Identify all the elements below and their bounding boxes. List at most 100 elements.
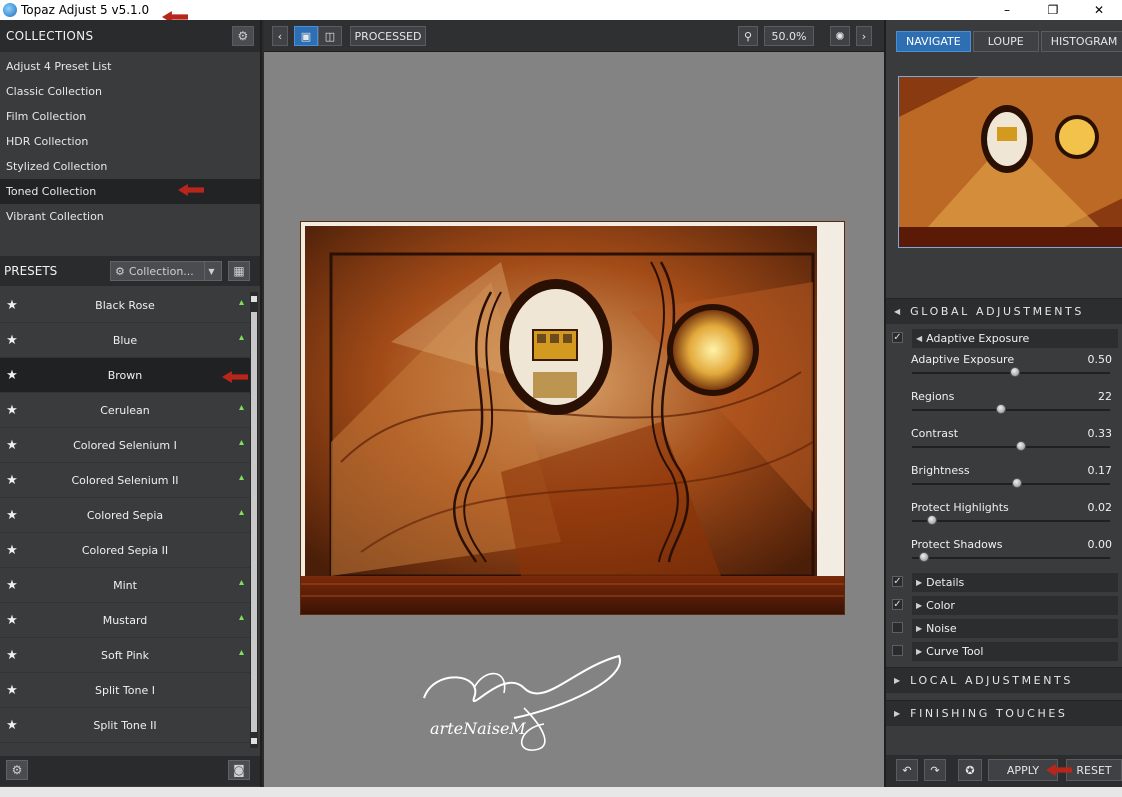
slider-knob[interactable] [926, 515, 937, 525]
preset-label: Colored Sepia [86, 508, 164, 522]
preset-item[interactable]: ★ Split Tone I [0, 673, 250, 708]
zoom-level[interactable]: 50.0% [764, 26, 814, 46]
slider-track[interactable] [912, 520, 1110, 522]
curve-tool-checkbox[interactable] [892, 645, 903, 656]
collection-item[interactable]: Classic Collection [0, 79, 260, 104]
preset-item[interactable]: ★ Mustard [0, 603, 250, 638]
processed-view-toggle[interactable]: PROCESSED [350, 26, 426, 46]
preset-item-selected[interactable]: ★ Brown [0, 358, 250, 393]
star-icon[interactable]: ★ [0, 368, 24, 383]
star-icon[interactable]: ★ [0, 543, 24, 558]
plugin-button[interactable]: ✪ [958, 759, 982, 781]
star-icon[interactable]: ★ [0, 438, 24, 453]
noise-section[interactable]: ▶ Noise [912, 619, 1118, 638]
previous-button[interactable]: ‹ [272, 26, 288, 46]
settings-button[interactable]: ⚙ [6, 760, 28, 780]
slider-knob[interactable] [996, 404, 1007, 414]
adaptive-exposure-section[interactable]: ◀ Adaptive Exposure [912, 329, 1118, 348]
slider-value[interactable]: 0.50 [1088, 353, 1113, 366]
next-button[interactable]: › [856, 26, 872, 46]
curve-tool-section[interactable]: ▶ Curve Tool [912, 642, 1118, 661]
collection-dropdown[interactable]: ⚙ Collection... ▼ [110, 261, 222, 281]
slider-knob[interactable] [1011, 478, 1022, 488]
collection-item[interactable]: Adjust 4 Preset List [0, 54, 260, 79]
preset-item[interactable]: ★ Split Tone II [0, 708, 250, 743]
star-icon[interactable]: ★ [0, 403, 24, 418]
slider-value[interactable]: 0.17 [1088, 464, 1113, 477]
slider-knob[interactable] [918, 552, 929, 562]
slider-track[interactable] [912, 409, 1110, 411]
preset-item[interactable]: ★ Blue [0, 323, 250, 358]
preset-item[interactable]: ★ Colored Sepia II [0, 533, 250, 568]
redo-button[interactable]: ↷ [924, 759, 946, 781]
preview-area: ‹ ▣ ◫ PROCESSED ⚲ 50.0% ✺ › arteNaiseM [264, 20, 884, 787]
color-section[interactable]: ▶ Color [912, 596, 1118, 615]
preset-item[interactable]: ★ Mint [0, 568, 250, 603]
split-view-button[interactable]: ◫ [318, 26, 342, 46]
slider-value[interactable]: 0.00 [1088, 538, 1113, 551]
preset-item[interactable]: ★ Colored Selenium I [0, 428, 250, 463]
preset-item[interactable]: ★ Colored Selenium II [0, 463, 250, 498]
slider-value[interactable]: 22 [1098, 390, 1112, 403]
star-icon[interactable]: ★ [0, 578, 24, 593]
global-adjustments-header[interactable]: ◀ GLOBAL ADJUSTMENTS [886, 298, 1122, 324]
scrollbar-thumb[interactable] [251, 312, 257, 732]
slider-track[interactable] [912, 446, 1110, 448]
details-checkbox[interactable]: ✓ [892, 576, 903, 587]
noise-checkbox[interactable] [892, 622, 903, 633]
star-icon[interactable]: ★ [0, 298, 24, 313]
collection-item[interactable]: Film Collection [0, 104, 260, 129]
window-title: Topaz Adjust 5 v5.1.0 [21, 3, 150, 17]
collections-list: Adjust 4 Preset List Classic Collection … [0, 52, 260, 229]
finishing-touches-header[interactable]: ▶ FINISHING TOUCHES [886, 700, 1122, 726]
local-adjustments-header[interactable]: ▶ LOCAL ADJUSTMENTS [886, 667, 1122, 693]
close-button[interactable]: ✕ [1076, 0, 1122, 20]
snapshot-button[interactable]: ◙ [228, 760, 250, 780]
preset-item[interactable]: ★ Cerulean [0, 393, 250, 428]
single-view-button[interactable]: ▣ [294, 26, 318, 46]
preset-label: Brown [107, 368, 143, 382]
reset-button[interactable]: RESET [1066, 759, 1122, 781]
tab-loupe[interactable]: LOUPE [972, 31, 1039, 52]
collections-settings-button[interactable]: ⚙ [232, 26, 254, 46]
tab-histogram[interactable]: HISTOGRAM [1040, 31, 1122, 52]
slider-track[interactable] [912, 557, 1110, 559]
collection-item[interactable]: Vibrant Collection [0, 204, 260, 229]
star-icon[interactable]: ★ [0, 333, 24, 348]
presets-scrollbar[interactable] [250, 292, 258, 748]
star-icon[interactable]: ★ [0, 718, 24, 733]
adaptive-exposure-checkbox[interactable]: ✓ [892, 332, 903, 343]
details-section[interactable]: ▶ Details [912, 573, 1118, 592]
collection-item-selected[interactable]: Toned Collection [0, 179, 260, 204]
preset-label: Cerulean [100, 403, 150, 417]
minimize-button[interactable]: – [984, 0, 1030, 20]
curve-tool-title: Curve Tool [926, 645, 984, 658]
preview-lighting-button[interactable]: ✺ [830, 26, 850, 46]
grid-view-button[interactable]: ▦ [228, 261, 250, 281]
preset-item[interactable]: ★ Black Rose [0, 288, 250, 323]
undo-button[interactable]: ↶ [896, 759, 918, 781]
navigator-thumbnail[interactable] [898, 76, 1122, 248]
image-preview[interactable] [300, 221, 845, 615]
star-icon[interactable]: ★ [0, 613, 24, 628]
zoom-button[interactable]: ⚲ [738, 26, 758, 46]
scroll-down-icon[interactable] [251, 738, 257, 744]
slider-knob[interactable] [1009, 367, 1020, 377]
tab-navigate[interactable]: NAVIGATE [896, 31, 971, 52]
star-icon[interactable]: ★ [0, 648, 24, 663]
star-icon[interactable]: ★ [0, 683, 24, 698]
preset-item[interactable]: ★ Soft Pink [0, 638, 250, 673]
local-adjustments-title: LOCAL ADJUSTMENTS [910, 674, 1073, 687]
slider-track[interactable] [912, 483, 1110, 485]
scroll-up-icon[interactable] [251, 296, 257, 302]
star-icon[interactable]: ★ [0, 508, 24, 523]
slider-value[interactable]: 0.02 [1088, 501, 1113, 514]
slider-knob[interactable] [1015, 441, 1026, 451]
color-checkbox[interactable]: ✓ [892, 599, 903, 610]
restore-button[interactable]: ❐ [1030, 0, 1076, 20]
slider-value[interactable]: 0.33 [1088, 427, 1113, 440]
collection-item[interactable]: Stylized Collection [0, 154, 260, 179]
preset-item[interactable]: ★ Colored Sepia [0, 498, 250, 533]
star-icon[interactable]: ★ [0, 473, 24, 488]
collection-item[interactable]: HDR Collection [0, 129, 260, 154]
